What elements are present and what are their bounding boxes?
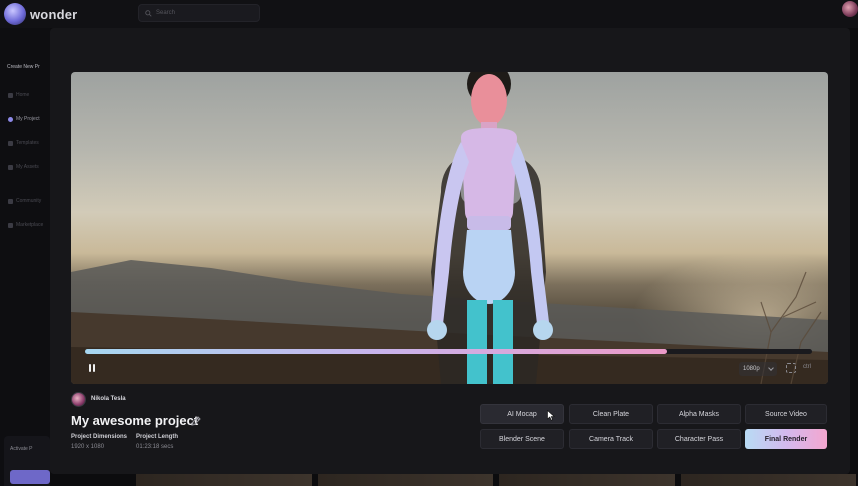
mocap-character [427, 72, 553, 384]
fullscreen-icon[interactable] [786, 363, 796, 373]
sidebar-item-assets[interactable]: My Assets [8, 164, 39, 170]
mouse-cursor-icon [547, 410, 555, 421]
sidebar-item-community[interactable]: Community [8, 198, 41, 204]
alpha-masks-button[interactable]: Alpha Masks [657, 404, 741, 424]
sidebar-item-label: Home [16, 92, 30, 98]
sidebar-item-label: Templates [16, 140, 39, 146]
final-render-button[interactable]: Final Render [745, 429, 827, 449]
sidebar-item-label: Community [16, 198, 42, 204]
quality-select[interactable]: 1080p [739, 362, 777, 376]
sidebar-item-label: My Assets [16, 164, 39, 170]
community-icon [8, 198, 13, 204]
length-label: Project Length [136, 434, 179, 440]
sidebar-item-marketplace[interactable]: Marketplace [8, 222, 43, 228]
top-bar: wonder Search [0, 0, 858, 28]
create-new-project-link[interactable]: Create New Pr [7, 64, 40, 70]
app-root: wonder Search Create New Pr Home My Proj… [0, 0, 858, 486]
sidebar-item-home[interactable]: Home [8, 92, 29, 98]
sidebar-item-templates[interactable]: Templates [8, 140, 39, 146]
search-placeholder: Search [156, 10, 176, 16]
blender-scene-button[interactable]: Blender Scene [480, 429, 564, 449]
sidebar-item-my-project[interactable]: My Project [8, 116, 40, 122]
logo-icon [4, 3, 26, 25]
home-icon [8, 92, 13, 98]
dimensions-label: Project Dimensions [71, 434, 128, 440]
promo-text: Activate P [10, 446, 33, 452]
search-input[interactable]: Search [138, 4, 260, 22]
template-icon [8, 140, 13, 146]
quality-value: 1080p [743, 366, 760, 372]
sidebar: Create New Pr Home My Project Templates … [0, 28, 50, 486]
video-preview[interactable] [71, 72, 828, 384]
background-thumbnails [136, 474, 856, 486]
pencil-icon[interactable] [190, 415, 202, 427]
camera-track-button[interactable]: Camera Track [569, 429, 653, 449]
aspect-toggle[interactable]: ctrl [803, 364, 811, 370]
activate-promo-card: Activate P [4, 436, 50, 486]
dimensions-value: 1920 x 1080 [71, 444, 105, 450]
search-icon [145, 9, 152, 17]
thumbnail [499, 474, 675, 486]
sidebar-item-label: My Project [16, 116, 40, 122]
marketplace-icon [8, 222, 13, 228]
owner-name: Nikola Tesla [91, 396, 126, 402]
playback-progress-fill [85, 349, 667, 354]
user-avatar[interactable] [842, 1, 858, 17]
length-value: 01:23:18 secs [136, 444, 174, 450]
source-video-button[interactable]: Source Video [745, 404, 827, 424]
owner-avatar [71, 392, 86, 407]
pause-button[interactable] [87, 363, 97, 373]
clean-plate-button[interactable]: Clean Plate [569, 404, 653, 424]
assets-icon [8, 164, 13, 170]
pause-icon [93, 364, 95, 372]
thumbnail [680, 474, 856, 486]
project-title: My awesome project [71, 413, 199, 428]
folder-icon [8, 116, 13, 122]
thumbnail [136, 474, 312, 486]
brand-logo[interactable]: wonder [4, 3, 77, 25]
pause-icon [89, 364, 91, 372]
brand-name: wonder [30, 6, 78, 22]
playback-scrubber[interactable] [85, 349, 812, 354]
promo-button[interactable] [10, 470, 50, 484]
sidebar-item-label: Marketplace [16, 222, 44, 228]
chevron-down-icon [768, 365, 774, 371]
character-pass-button[interactable]: Character Pass [657, 429, 741, 449]
thumbnail [317, 474, 493, 486]
